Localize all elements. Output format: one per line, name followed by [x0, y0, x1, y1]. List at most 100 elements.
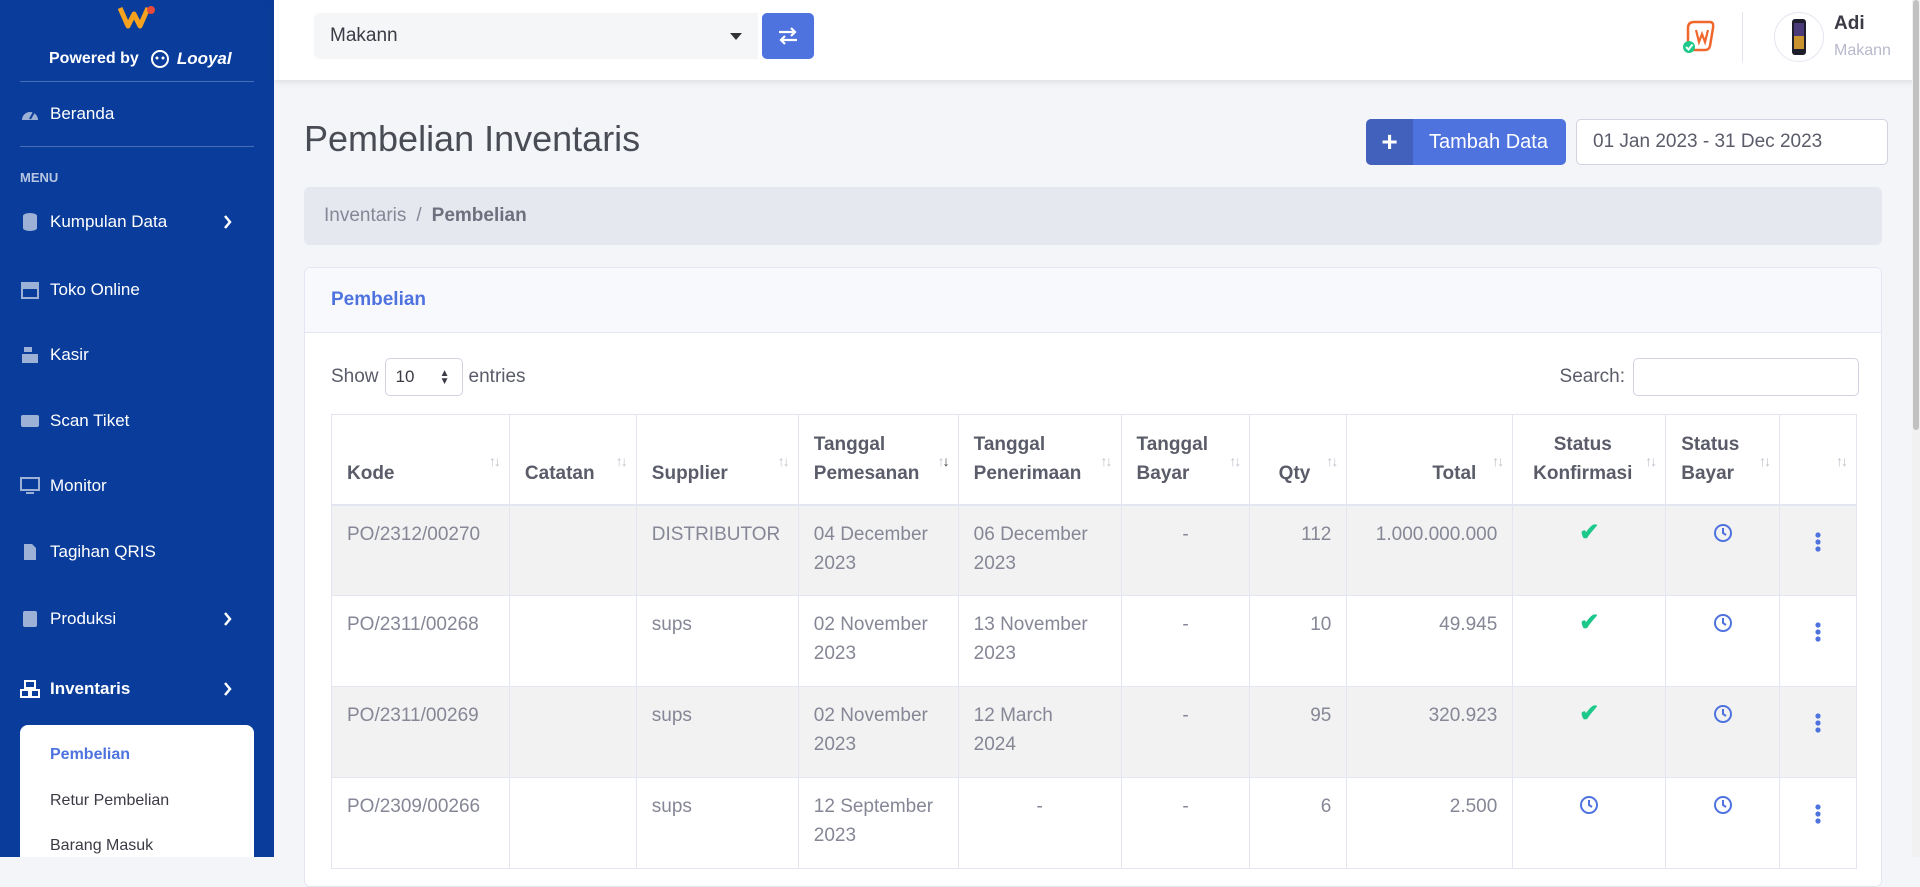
- sidebar-divider: [20, 81, 254, 82]
- cell-status-bayar: [1665, 595, 1781, 687]
- sidebar-item-inventaris[interactable]: Inventaris: [20, 669, 254, 709]
- add-data-button[interactable]: + Tambah Data: [1366, 119, 1566, 165]
- col-label-line: Tanggal: [813, 433, 886, 455]
- sort-icon: ↑↓: [615, 452, 628, 469]
- cell-supplier: DISTRIBUTOR: [635, 504, 799, 596]
- sort-icon: ↑↓: [1492, 452, 1504, 469]
- kebab-menu-icon[interactable]: [1815, 531, 1821, 561]
- sidebar: Powered by Looyal Beranda MENU Kumpulan …: [0, 0, 274, 857]
- col-label-line: Penerimaan: [973, 462, 1082, 484]
- col-label-line: Status: [1553, 433, 1612, 455]
- switch-store-button[interactable]: [762, 13, 814, 59]
- cell-total: 2.500: [1346, 777, 1514, 869]
- menu-heading: MENU: [20, 170, 59, 185]
- clock-icon: [1579, 796, 1599, 817]
- sort-icon: ↑↓: [488, 452, 501, 469]
- cell-tanggal-pemesanan: 02 November 2023: [797, 686, 959, 778]
- breadcrumb-parent[interactable]: Inventaris: [324, 205, 406, 227]
- scrollbar-thumb[interactable]: [1913, 0, 1919, 430]
- cell-tanggal-penerimaan: 12 March 2024: [957, 686, 1122, 778]
- cell-tanggal-pemesanan: 12 September 2023: [797, 777, 959, 869]
- store-status-icon[interactable]: [1680, 18, 1718, 56]
- sidebar-item-tagihan-qris[interactable]: Tagihan QRIS: [20, 532, 254, 572]
- entries-select[interactable]: 10 ▲ ▼: [384, 358, 463, 396]
- cell-kode[interactable]: PO/2312/00270: [331, 504, 510, 596]
- kebab-menu-icon[interactable]: [1815, 804, 1821, 833]
- clock-icon: [1713, 614, 1733, 635]
- kebab-menu-icon[interactable]: [1815, 622, 1821, 651]
- col-tanggal-pemesanan[interactable]: Tanggal Pemesanan ↑↓: [797, 414, 959, 506]
- col-actions[interactable]: ↑↓: [1779, 414, 1857, 506]
- clock-icon: [1713, 705, 1733, 726]
- cell-tanggal-bayar: -: [1120, 686, 1251, 778]
- col-tanggal-penerimaan[interactable]: Tanggal Penerimaan ↑↓: [957, 414, 1122, 506]
- sidebar-item-label: Scan Tiket: [50, 411, 130, 430]
- cell-kode[interactable]: PO/2311/00269: [331, 686, 510, 778]
- add-data-label: Tambah Data: [1429, 130, 1548, 153]
- col-label-line: Konfirmasi: [1533, 462, 1633, 484]
- cell-line: 2024: [973, 734, 1016, 755]
- col-tanggal-bayar[interactable]: Tanggal Bayar ↑↓: [1120, 414, 1251, 506]
- cell-tanggal-pemesanan: 04 December 2023: [797, 504, 959, 596]
- cell-line: 12 September: [813, 796, 934, 817]
- sidebar-item-monitor[interactable]: Monitor: [20, 466, 254, 506]
- store-select-value: Makann: [330, 25, 398, 46]
- cell-total: 1.000.000.000: [1346, 504, 1514, 596]
- col-status-konfirmasi[interactable]: Status Konfirmasi ↑↓: [1512, 414, 1667, 506]
- submenu-item-barang-masuk[interactable]: Barang Masuk: [50, 837, 153, 855]
- dashboard-gauge-icon: [20, 104, 40, 124]
- col-total-label: Total: [1432, 462, 1477, 484]
- chevron-right-icon: [224, 612, 232, 626]
- col-supplier[interactable]: Supplier ↑↓: [635, 414, 799, 506]
- cell-actions: [1779, 686, 1857, 778]
- topbar-divider: [1742, 12, 1743, 62]
- entries-length: Show 10 ▲ ▼ entries: [331, 358, 526, 396]
- file-invoice-icon: [20, 542, 40, 562]
- plus-icon: +: [1366, 119, 1413, 165]
- check-icon: ✔: [1579, 609, 1600, 636]
- sidebar-item-label: Kumpulan Data: [50, 212, 168, 231]
- sidebar-item-produksi[interactable]: Produksi: [20, 599, 254, 639]
- cell-supplier: sups: [635, 595, 799, 687]
- store-select[interactable]: Makann: [314, 13, 758, 59]
- table-header-row: Kode ↑↓ Catatan ↑↓ Supplier ↑↓ Tanggal Pemes…: [331, 414, 1857, 506]
- sidebar-item-kasir[interactable]: Kasir: [20, 335, 254, 375]
- sidebar-item-label: Produksi: [50, 609, 117, 628]
- submenu-item-pembelian[interactable]: Pembelian: [50, 746, 130, 764]
- cell-kode[interactable]: PO/2309/00266: [331, 777, 510, 869]
- col-catatan[interactable]: Catatan ↑↓: [508, 414, 637, 506]
- sidebar-item-label: Inventaris: [50, 679, 131, 698]
- cell-catatan: [508, 686, 637, 778]
- cell-line: 2023: [813, 643, 857, 664]
- avatar[interactable]: [1774, 12, 1824, 62]
- sidebar-item-scan-tiket[interactable]: Scan Tiket: [20, 401, 254, 441]
- col-label-line: Bayar: [1681, 462, 1735, 484]
- cell-actions: [1779, 504, 1857, 596]
- sort-icon: ↑↓: [1326, 452, 1338, 469]
- cell-kode[interactable]: PO/2311/00268: [331, 595, 510, 687]
- submenu-item-retur-pembelian[interactable]: Retur Pembelian: [50, 792, 169, 810]
- user-name[interactable]: Adi: [1834, 13, 1865, 35]
- sidebar-item-toko-online[interactable]: Toko Online: [20, 270, 254, 310]
- pembelian-table: Kode ↑↓ Catatan ↑↓ Supplier ↑↓ Tanggal Pemes…: [331, 414, 1857, 869]
- col-total[interactable]: Total ↑↓: [1346, 414, 1514, 506]
- col-qty[interactable]: Qty ↑↓: [1249, 414, 1348, 506]
- cell-status-konfirmasi: ✔: [1512, 595, 1667, 687]
- cell-status-konfirmasi: [1512, 777, 1667, 869]
- pembelian-card: Pembelian Show 10 ▲ ▼ entries Search: Kod…: [304, 267, 1882, 887]
- date-range-picker[interactable]: 01 Jan 2023 - 31 Dec 2023: [1576, 119, 1888, 165]
- col-status-bayar[interactable]: Status Bayar ↑↓: [1665, 414, 1781, 506]
- sort-updown-icon: ▲ ▼: [439, 368, 450, 387]
- sort-icon: ↑↓: [1759, 452, 1771, 469]
- brand-logo-icon[interactable]: [118, 4, 156, 30]
- chevron-right-icon: [224, 682, 232, 696]
- search-input[interactable]: [1633, 358, 1859, 396]
- topbar: Makann Adi Makann: [274, 0, 1920, 80]
- sidebar-item-kumpulan-data[interactable]: Kumpulan Data: [20, 202, 254, 242]
- col-kode[interactable]: Kode ↑↓: [331, 414, 510, 506]
- page-scrollbar[interactable]: [1912, 0, 1920, 857]
- cell-status-bayar: [1665, 686, 1781, 778]
- sidebar-item-beranda[interactable]: Beranda: [20, 94, 254, 134]
- kebab-menu-icon[interactable]: [1815, 713, 1821, 742]
- clock-icon: [1713, 796, 1733, 817]
